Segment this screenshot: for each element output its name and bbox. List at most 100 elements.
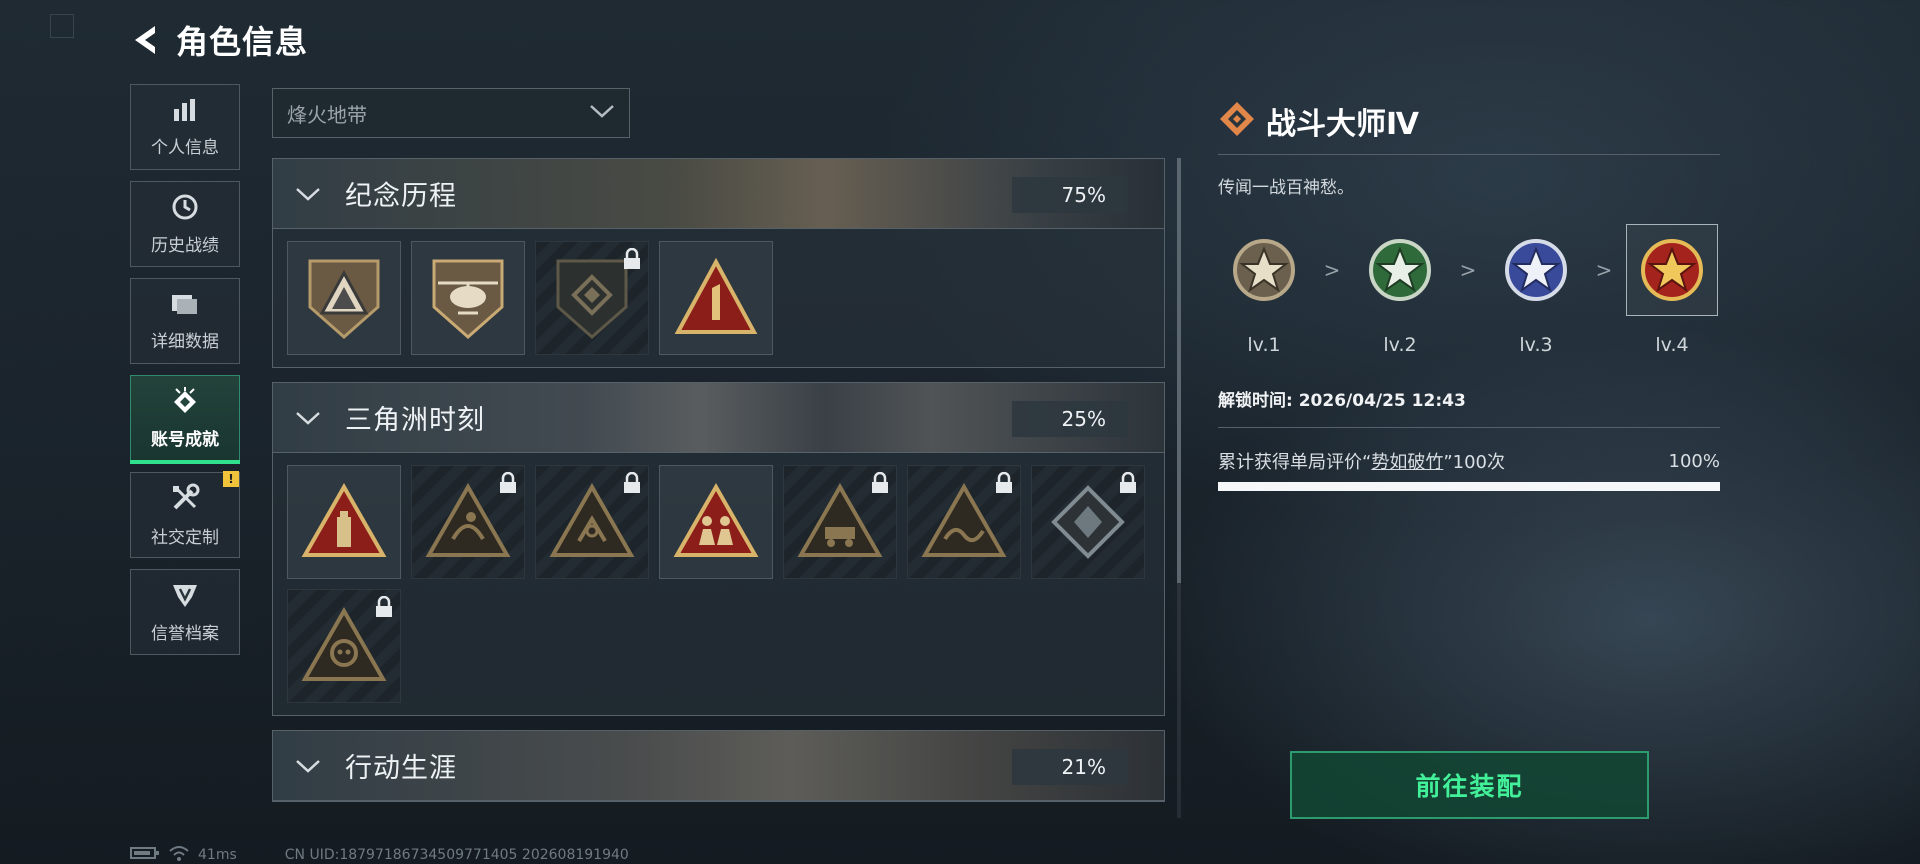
achievement-header: 战斗大师Ⅳ	[1218, 98, 1720, 144]
scrollbar-thumb[interactable]	[1177, 158, 1181, 583]
folder-icon	[170, 291, 200, 321]
divider	[1218, 154, 1720, 155]
section-title: 行动生涯	[345, 753, 457, 784]
achievement-description: 传闻一战百神愁。	[1218, 178, 1354, 198]
achievement-title: 战斗大师Ⅳ	[1266, 107, 1419, 142]
lock-icon	[994, 471, 1014, 494]
sidebar: 个人信息 历史战绩 详细数据 账号成就 ! 社交定制 信誉档案	[130, 84, 240, 666]
badge-helicopter[interactable]	[411, 241, 525, 355]
requirement-progress-value: 100%	[1668, 450, 1720, 472]
badge-squad[interactable]	[659, 465, 773, 579]
section-title: 纪念历程	[345, 181, 457, 212]
mode-dropdown-value: 烽火地带	[287, 102, 367, 127]
medal-blue-star-icon[interactable]	[1490, 224, 1582, 316]
lock-icon	[622, 471, 642, 494]
chevron-down-icon	[589, 103, 615, 123]
achievement-section: 行动生涯 21%	[272, 730, 1165, 802]
badge-locked-hands[interactable]	[535, 465, 649, 579]
section-percent: 21%	[1012, 749, 1128, 785]
sidebar-item-label: 账号成就	[151, 429, 219, 450]
badge-number-one[interactable]	[659, 241, 773, 355]
lock-icon	[1118, 471, 1138, 494]
badge-locked-diamond[interactable]	[1031, 465, 1145, 579]
sidebar-item-label: 信誉档案	[151, 623, 219, 644]
page-header: 角色信息	[130, 18, 308, 62]
level-separator: >	[1595, 258, 1613, 282]
achievement-diamond-icon	[1218, 100, 1256, 142]
level-label: lv.3	[1519, 334, 1553, 356]
level-4: lv.4	[1626, 224, 1718, 356]
badge-grid	[273, 453, 1164, 715]
requirement-keyword-link[interactable]: 势如破竹	[1371, 452, 1443, 473]
requirement-prefix: 累计获得单局评价“	[1218, 452, 1372, 473]
lock-icon	[374, 595, 394, 618]
sidebar-item-personal-info[interactable]: 个人信息	[130, 84, 240, 170]
sidebar-item-social-custom[interactable]: ! 社交定制	[130, 471, 240, 558]
sidebar-item-detail-data[interactable]: 详细数据	[130, 278, 240, 364]
requirement-progress-bar	[1218, 482, 1720, 491]
ping-value: 41ms	[198, 847, 237, 863]
medal-red-gold-star-icon[interactable]	[1626, 224, 1718, 316]
lock-icon	[870, 471, 890, 494]
achievement-detail-panel: 战斗大师Ⅳ 传闻一战百神愁。 lv.1 > lv.2 > lv.3 > lv.4…	[1218, 98, 1720, 491]
mode-dropdown[interactable]: 烽火地带	[272, 88, 630, 138]
page-title: 角色信息	[176, 23, 309, 61]
section-title: 三角洲时刻	[345, 405, 485, 436]
section-percent: 25%	[1012, 401, 1128, 437]
unlock-time: 解锁时间: 2026/04/25 12:43	[1218, 391, 1466, 411]
bar-chart-icon	[172, 97, 198, 127]
badge-locked-wave[interactable]	[907, 465, 1021, 579]
badge-locked-emblem[interactable]	[535, 241, 649, 355]
achievement-section: 三角洲时刻 25%	[272, 382, 1165, 716]
sidebar-item-credit-record[interactable]: 信誉档案	[130, 569, 240, 655]
notification-badge: !	[223, 471, 239, 487]
tools-icon	[170, 483, 200, 517]
section-percent: 75%	[1012, 177, 1128, 213]
requirement-text: 累计获得单局评价“势如破竹”100次	[1218, 448, 1505, 474]
user-uid: CN UID:18797186734509771405 202608191940	[284, 847, 629, 863]
sidebar-item-history[interactable]: 历史战绩	[130, 181, 240, 267]
medal-green-star-icon[interactable]	[1354, 224, 1446, 316]
achievement-icon	[170, 386, 200, 419]
section-header[interactable]: 行动生涯 21%	[273, 731, 1164, 801]
chevron-down-icon	[293, 403, 323, 433]
section-header[interactable]: 三角洲时刻 25%	[273, 383, 1164, 453]
level-3: lv.3	[1490, 224, 1582, 356]
shield-icon	[170, 581, 200, 613]
badge-locked-vehicle[interactable]	[783, 465, 897, 579]
medal-bronze-star-icon[interactable]	[1218, 224, 1310, 316]
level-separator: >	[1323, 258, 1341, 282]
badge-locked-skull[interactable]	[287, 589, 401, 703]
back-arrow-icon[interactable]	[130, 22, 162, 58]
sidebar-item-achievements[interactable]: 账号成就	[130, 375, 240, 464]
level-label: lv.1	[1247, 334, 1281, 356]
badge-locked-swimmer[interactable]	[411, 465, 525, 579]
chevron-down-icon	[293, 179, 323, 209]
level-separator: >	[1459, 258, 1477, 282]
lock-icon	[622, 247, 642, 270]
badge-grid	[273, 229, 1164, 367]
badge-triangle-tower[interactable]	[287, 465, 401, 579]
badge-triangle-mountain[interactable]	[287, 241, 401, 355]
level-1: lv.1	[1218, 224, 1310, 356]
chevron-down-icon	[293, 751, 323, 781]
sidebar-item-label: 历史战绩	[151, 235, 219, 256]
requirement-suffix: ”100次	[1443, 452, 1506, 473]
level-2: lv.2	[1354, 224, 1446, 356]
wifi-icon	[168, 845, 190, 864]
sidebar-item-label: 详细数据	[151, 331, 219, 352]
achievement-section: 纪念历程 75%	[272, 158, 1165, 368]
section-header[interactable]: 纪念历程 75%	[273, 159, 1164, 229]
status-footer: 41ms CN UID:18797186734509771405 2026081…	[130, 846, 629, 864]
sidebar-item-label: 社交定制	[151, 527, 219, 548]
corner-marker	[50, 14, 74, 38]
requirement-row: 累计获得单局评价“势如破竹”100次 100%	[1218, 448, 1720, 474]
divider	[1218, 427, 1720, 428]
achievement-section-list[interactable]: 纪念历程 75% 三角洲时刻 25% 行动生涯 21%	[272, 158, 1165, 818]
level-label: lv.4	[1655, 334, 1689, 356]
go-equip-button[interactable]: 前往装配	[1290, 751, 1649, 819]
lock-icon	[498, 471, 518, 494]
sidebar-item-label: 个人信息	[151, 137, 219, 158]
clock-icon	[171, 193, 199, 225]
scrollbar[interactable]	[1177, 158, 1181, 818]
